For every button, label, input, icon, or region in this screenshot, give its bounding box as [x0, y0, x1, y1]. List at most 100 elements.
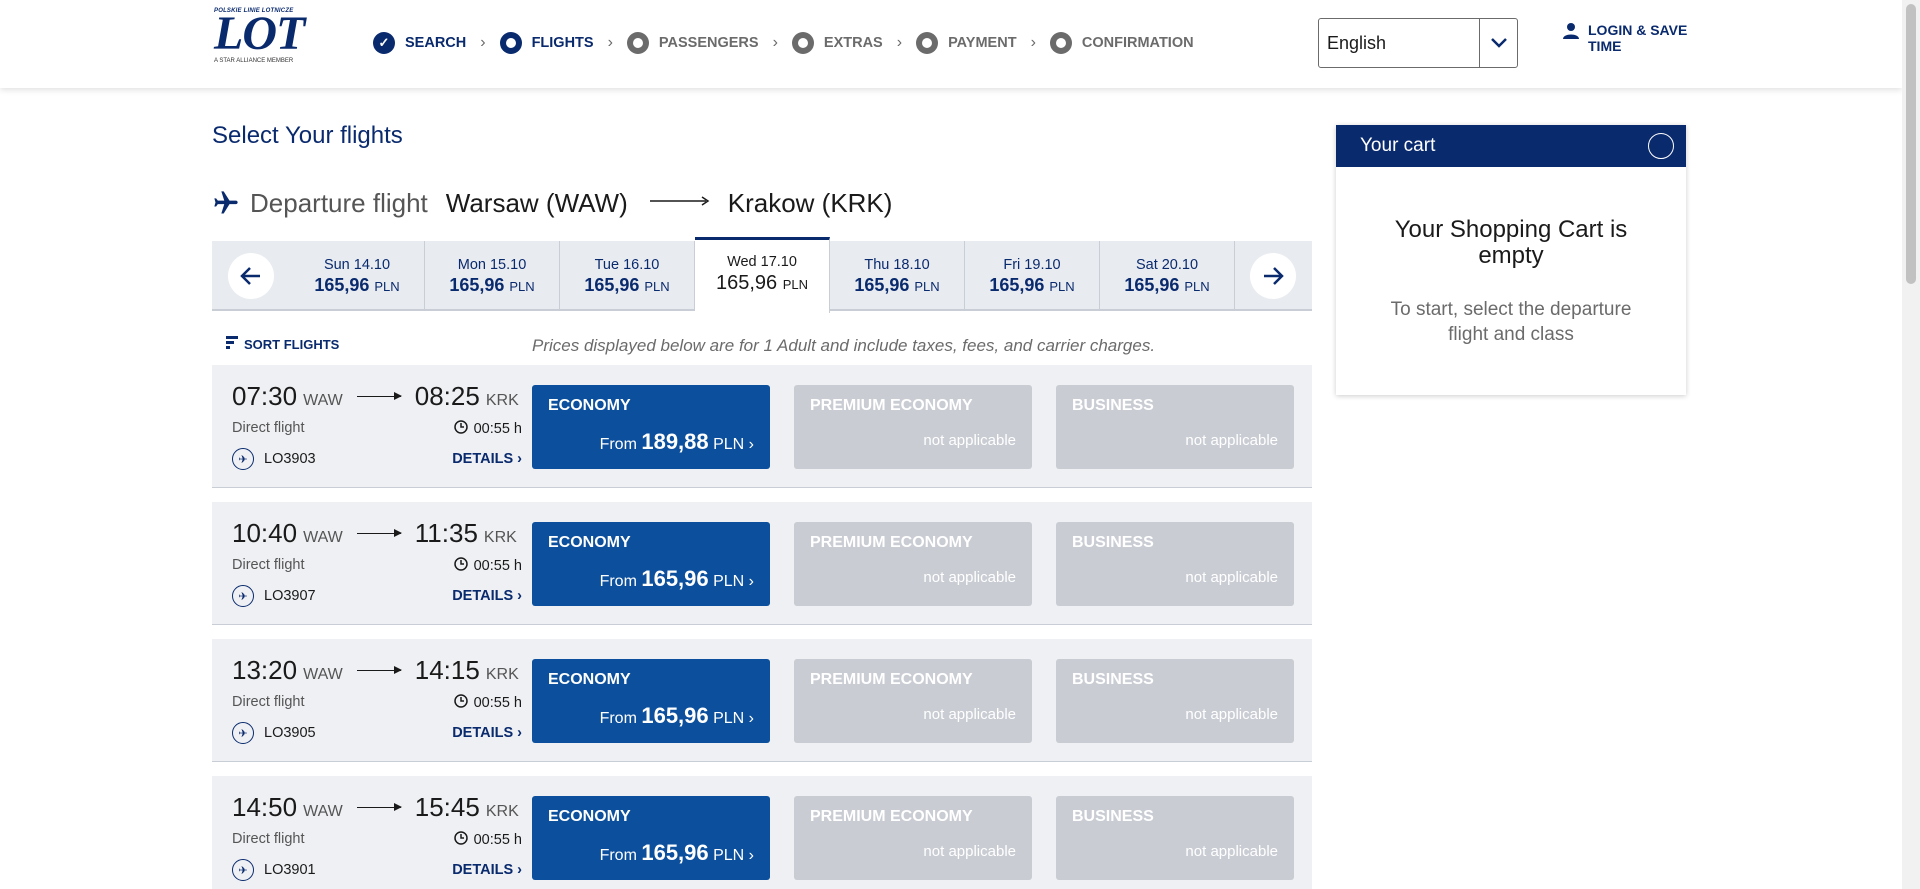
booking-steps: ✓ SEARCH › FLIGHTS › PASSENGERS › EXTRAS…: [373, 30, 1194, 56]
fare-class: BUSINESS: [1072, 808, 1154, 825]
logo-brand: LOT: [214, 7, 305, 60]
arrival-code: KRK: [485, 392, 519, 409]
fare-class: ECONOMY: [548, 808, 631, 825]
cart-empty-title: Your Shopping Cart is empty: [1394, 216, 1628, 269]
flight-list: 07:30 WAW 08:25 KRK Direct flight 00:55 …: [212, 365, 1312, 889]
date-tab[interactable]: Sat 20.10 165,96 PLN: [1100, 241, 1235, 311]
chevron-down-icon[interactable]: [1479, 19, 1517, 67]
date-currency: PLN: [374, 279, 400, 294]
fare-from: From: [599, 847, 637, 864]
date-day: Sat 20.10: [1135, 257, 1199, 273]
fare-class: BUSINESS: [1072, 671, 1154, 688]
date-currency: PLN: [644, 279, 670, 294]
date-day: Thu 18.10: [864, 257, 930, 273]
flight-row: 14:50 WAW 15:45 KRK Direct flight 00:55 …: [212, 776, 1312, 889]
shopping-cart: Your cart Your Shopping Cart is empty To…: [1336, 125, 1686, 395]
details-link[interactable]: DETAILS ›: [452, 588, 522, 604]
page-scrollbar[interactable]: [1902, 0, 1920, 889]
lot-logo[interactable]: POLSKIE LINIE LOTNICZE LOT A STAR ALLIAN…: [214, 8, 324, 80]
fare-status: not applicable: [923, 569, 1016, 586]
chevron-right-icon: ›: [896, 34, 903, 51]
logo-alliance: A STAR ALLIANCE MEMBER: [214, 58, 294, 64]
step-dot-icon: [916, 32, 939, 54]
fare-class: PREMIUM ECONOMY: [810, 397, 973, 414]
language-select[interactable]: English: [1318, 18, 1518, 68]
route-label: Departure flight: [250, 187, 428, 218]
premium-economy-fare: PREMIUM ECONOMY not applicable: [794, 522, 1032, 606]
arrow-left-icon[interactable]: [228, 253, 274, 299]
date-tab[interactable]: Mon 15.10 165,96 PLN: [425, 241, 560, 311]
details-link[interactable]: DETAILS ›: [452, 862, 522, 878]
departure-time: 13:20: [232, 655, 298, 685]
step-label: FLIGHTS: [531, 35, 594, 51]
economy-fare-button[interactable]: ECONOMY From 165,96 PLN ›: [532, 796, 770, 880]
date-tab[interactable]: Sun 14.10 165,96 PLN: [290, 241, 425, 311]
arrival-time: 15:45: [414, 792, 480, 822]
step-dot-icon: [626, 32, 649, 54]
flight-type: Direct flight: [232, 420, 305, 436]
chevron-right-icon: ›: [1030, 34, 1036, 51]
arrival-code: KRK: [483, 529, 517, 546]
header: POLSKIE LINIE LOTNICZE LOT A STAR ALLIAN…: [0, 0, 1902, 88]
step-search[interactable]: ✓ SEARCH ›: [373, 32, 500, 54]
departure-time: 10:40: [232, 518, 298, 548]
fare-from: From: [599, 573, 637, 590]
fare-currency: PLN: [713, 436, 745, 453]
step-dot-icon: [1049, 32, 1072, 54]
business-fare: BUSINESS not applicable: [1056, 522, 1294, 606]
date-tab[interactable]: Fri 19.10 165,96 PLN: [965, 241, 1100, 311]
fare-status: not applicable: [1185, 432, 1278, 449]
price-note: Prices displayed below are for 1 Adult a…: [532, 336, 1156, 355]
fare-class: PREMIUM ECONOMY: [810, 808, 973, 825]
economy-fare-button[interactable]: ECONOMY From 165,96 PLN ›: [532, 659, 770, 743]
duration: 00:55 h: [473, 421, 522, 437]
check-icon: ✓: [373, 32, 395, 54]
date-tab[interactable]: Thu 18.10 165,96 PLN: [830, 241, 965, 311]
cart-header: Your cart: [1336, 125, 1686, 167]
date-currency: PLN: [914, 279, 940, 294]
duration: 00:55 h: [473, 695, 522, 711]
date-day: Tue 16.10: [594, 257, 660, 273]
economy-fare-button[interactable]: ECONOMY From 165,96 PLN ›: [532, 522, 770, 606]
fare-currency: PLN: [713, 573, 745, 590]
details-link[interactable]: DETAILS ›: [452, 725, 522, 741]
date-currency: PLN: [509, 279, 535, 294]
flight-type: Direct flight: [232, 694, 305, 710]
departure-time: 07:30: [232, 381, 298, 411]
date-tab-selected[interactable]: Wed 17.10 165,96 PLN: [695, 237, 830, 313]
flight-row: 13:20 WAW 14:15 KRK Direct flight 00:55 …: [212, 639, 1312, 762]
sort-icon: [226, 336, 238, 353]
step-label: EXTRAS: [823, 35, 883, 51]
premium-economy-fare: PREMIUM ECONOMY not applicable: [794, 385, 1032, 469]
date-tab[interactable]: Tue 16.10 165,96 PLN: [560, 241, 695, 311]
arrival-time: 08:25: [414, 381, 480, 411]
step-label: PAYMENT: [948, 35, 1017, 51]
clock-icon: [453, 694, 468, 712]
fare-status: not applicable: [923, 843, 1016, 860]
fare-price: 165,96: [641, 840, 709, 865]
step-dot-icon: [791, 32, 814, 54]
arrival-code: KRK: [485, 666, 519, 683]
sort-label: SORT FLIGHTS: [244, 337, 340, 352]
details-link[interactable]: DETAILS ›: [452, 451, 522, 467]
premium-economy-fare: PREMIUM ECONOMY not applicable: [794, 659, 1032, 743]
scrollbar-thumb[interactable]: [1906, 4, 1916, 284]
step-passengers: PASSENGERS ›: [626, 32, 792, 54]
date-currency: PLN: [782, 277, 809, 292]
fare-from: From: [599, 436, 637, 453]
date-price: 165,96: [1124, 275, 1180, 295]
login-button[interactable]: LOGIN & SAVE TIME: [1562, 22, 1698, 54]
arrival-code: KRK: [485, 803, 519, 820]
arrow-icon: [356, 392, 402, 400]
lot-airline-icon: ✈: [232, 585, 254, 607]
arrow-icon: [356, 666, 402, 674]
date-price: 165,96: [314, 275, 370, 295]
arrow-right-icon[interactable]: [1250, 253, 1296, 299]
sort-flights-button[interactable]: SORT FLIGHTS: [226, 336, 339, 353]
economy-fare-button[interactable]: ECONOMY From 189,88 PLN ›: [532, 385, 770, 469]
user-icon: [1562, 22, 1580, 54]
date-currency: PLN: [1049, 279, 1075, 294]
departure-time: 14:50: [232, 792, 298, 822]
fare-status: not applicable: [1185, 843, 1278, 860]
long-arrow-icon: [649, 194, 710, 212]
